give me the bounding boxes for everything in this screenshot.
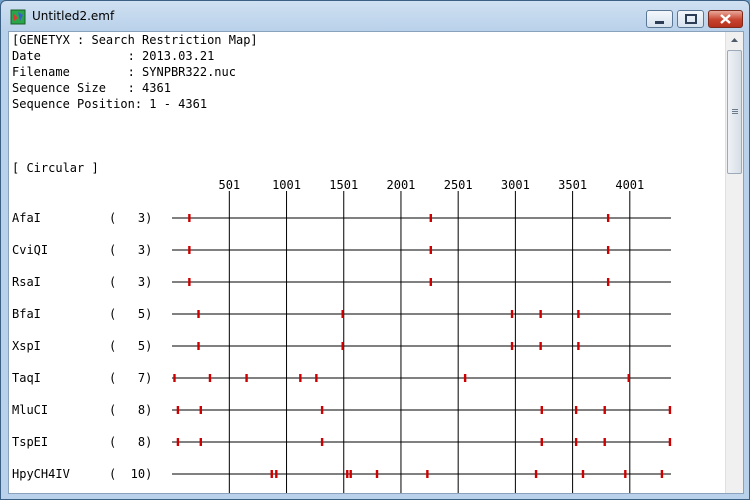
enzyme-count: ( 3)	[109, 275, 152, 289]
enzyme-name: RsaI	[12, 275, 41, 289]
enzyme-name: TaqI	[12, 371, 41, 385]
restriction-site-mark	[540, 406, 543, 414]
restriction-site-mark	[341, 310, 344, 318]
restriction-site-mark	[208, 374, 212, 382]
maximize-button[interactable]	[677, 10, 704, 28]
restriction-site-mark	[510, 342, 514, 350]
restriction-site-mark	[539, 342, 542, 350]
restriction-site-mark	[668, 406, 672, 414]
close-button[interactable]	[708, 10, 743, 28]
restriction-site-mark	[577, 310, 580, 318]
enzyme-name: CviQI	[12, 243, 48, 257]
minimize-icon	[655, 21, 664, 24]
restriction-site-mark	[199, 406, 203, 414]
enzyme-count: ( 8)	[109, 435, 152, 449]
enzyme-count: ( 3)	[109, 243, 152, 257]
restriction-site-mark	[346, 470, 349, 478]
restriction-site-mark	[173, 374, 176, 382]
enzyme-name: BfaI	[12, 307, 41, 321]
axis-tick-label: 3501	[558, 178, 587, 192]
restriction-site-mark	[188, 214, 191, 222]
restriction-site-mark	[375, 470, 379, 478]
restriction-site-mark	[668, 438, 672, 446]
axis-tick-label: 1501	[329, 178, 358, 192]
restriction-site-mark	[606, 214, 610, 222]
restriction-site-mark	[574, 406, 578, 414]
restriction-site-mark	[176, 438, 180, 446]
restriction-site-mark	[188, 278, 191, 286]
restriction-site-mark	[320, 406, 324, 414]
restriction-site-mark	[429, 246, 432, 254]
restriction-site-mark	[429, 278, 432, 286]
restriction-site-mark	[539, 310, 542, 318]
restriction-site-mark	[188, 246, 191, 254]
restriction-site-mark	[540, 438, 543, 446]
restriction-site-mark	[624, 470, 627, 478]
restriction-site-mark	[606, 246, 610, 254]
enzyme-count: ( 10)	[109, 467, 152, 481]
restriction-site-mark	[197, 342, 200, 350]
document-view[interactable]: [GENETYX : Search Restriction Map] Date …	[8, 31, 744, 494]
restriction-site-mark	[426, 470, 429, 478]
restriction-site-mark	[603, 406, 606, 414]
vertical-scrollbar[interactable]	[725, 32, 743, 493]
enzyme-count: ( 8)	[109, 403, 152, 417]
enzyme-count: ( 5)	[109, 307, 152, 321]
restriction-site-mark	[270, 470, 273, 478]
restriction-site-mark	[660, 470, 664, 478]
scroll-up-arrow-icon[interactable]	[726, 32, 743, 49]
restriction-site-mark	[627, 374, 630, 382]
axis-tick-label: 2001	[387, 178, 416, 192]
enzyme-name: HpyCH4IV	[12, 467, 70, 481]
document-content: [GENETYX : Search Restriction Map] Date …	[9, 32, 725, 493]
enzyme-count: ( 3)	[109, 211, 152, 225]
title-bar[interactable]: Untitled2.emf	[1, 1, 749, 31]
restriction-site-mark	[315, 374, 318, 382]
axis-tick-label: 3001	[501, 178, 530, 192]
axis-tick-label: 4001	[615, 178, 644, 192]
window-title: Untitled2.emf	[32, 9, 115, 23]
app-window: Untitled2.emf [GENETYX : Search Restrict…	[0, 0, 750, 500]
enzyme-name: XspI	[12, 339, 41, 353]
restriction-site-mark	[534, 470, 538, 478]
restriction-site-mark	[606, 278, 610, 286]
enzyme-name: AfaI	[12, 211, 41, 225]
restriction-site-mark	[199, 438, 203, 446]
restriction-site-mark	[245, 374, 248, 382]
restriction-map-chart: 501 1001 1501 2001 2501 3001 3501 4001 AfaI ( 3) C…	[12, 178, 672, 493]
restriction-site-mark	[341, 342, 344, 350]
enzyme-count: ( 7)	[109, 371, 152, 385]
restriction-site-mark	[603, 438, 606, 446]
enzyme-count: ( 5)	[109, 339, 152, 353]
close-icon	[720, 14, 731, 24]
restriction-site-mark	[429, 214, 432, 222]
enzyme-name: TspEI	[12, 435, 48, 449]
restriction-site-mark	[275, 470, 278, 478]
restriction-site-mark	[320, 438, 324, 446]
restriction-site-mark	[577, 342, 580, 350]
restriction-site-mark	[574, 438, 578, 446]
minimize-button[interactable]	[646, 10, 673, 28]
enzyme-name: MluCI	[12, 403, 48, 417]
axis-tick-label: 1001	[272, 178, 301, 192]
restriction-site-mark	[349, 470, 352, 478]
axis-tick-label: 501	[218, 178, 240, 192]
restriction-site-mark	[299, 374, 302, 382]
axis-tick-label: 2501	[444, 178, 473, 192]
app-icon	[10, 9, 26, 25]
restriction-site-mark	[510, 310, 514, 318]
restriction-site-mark	[463, 374, 467, 382]
scroll-thumb[interactable]	[727, 50, 742, 174]
restore-icon	[685, 14, 697, 24]
restriction-site-mark	[176, 406, 180, 414]
restriction-site-mark	[581, 470, 585, 478]
restriction-site-mark	[197, 310, 200, 318]
